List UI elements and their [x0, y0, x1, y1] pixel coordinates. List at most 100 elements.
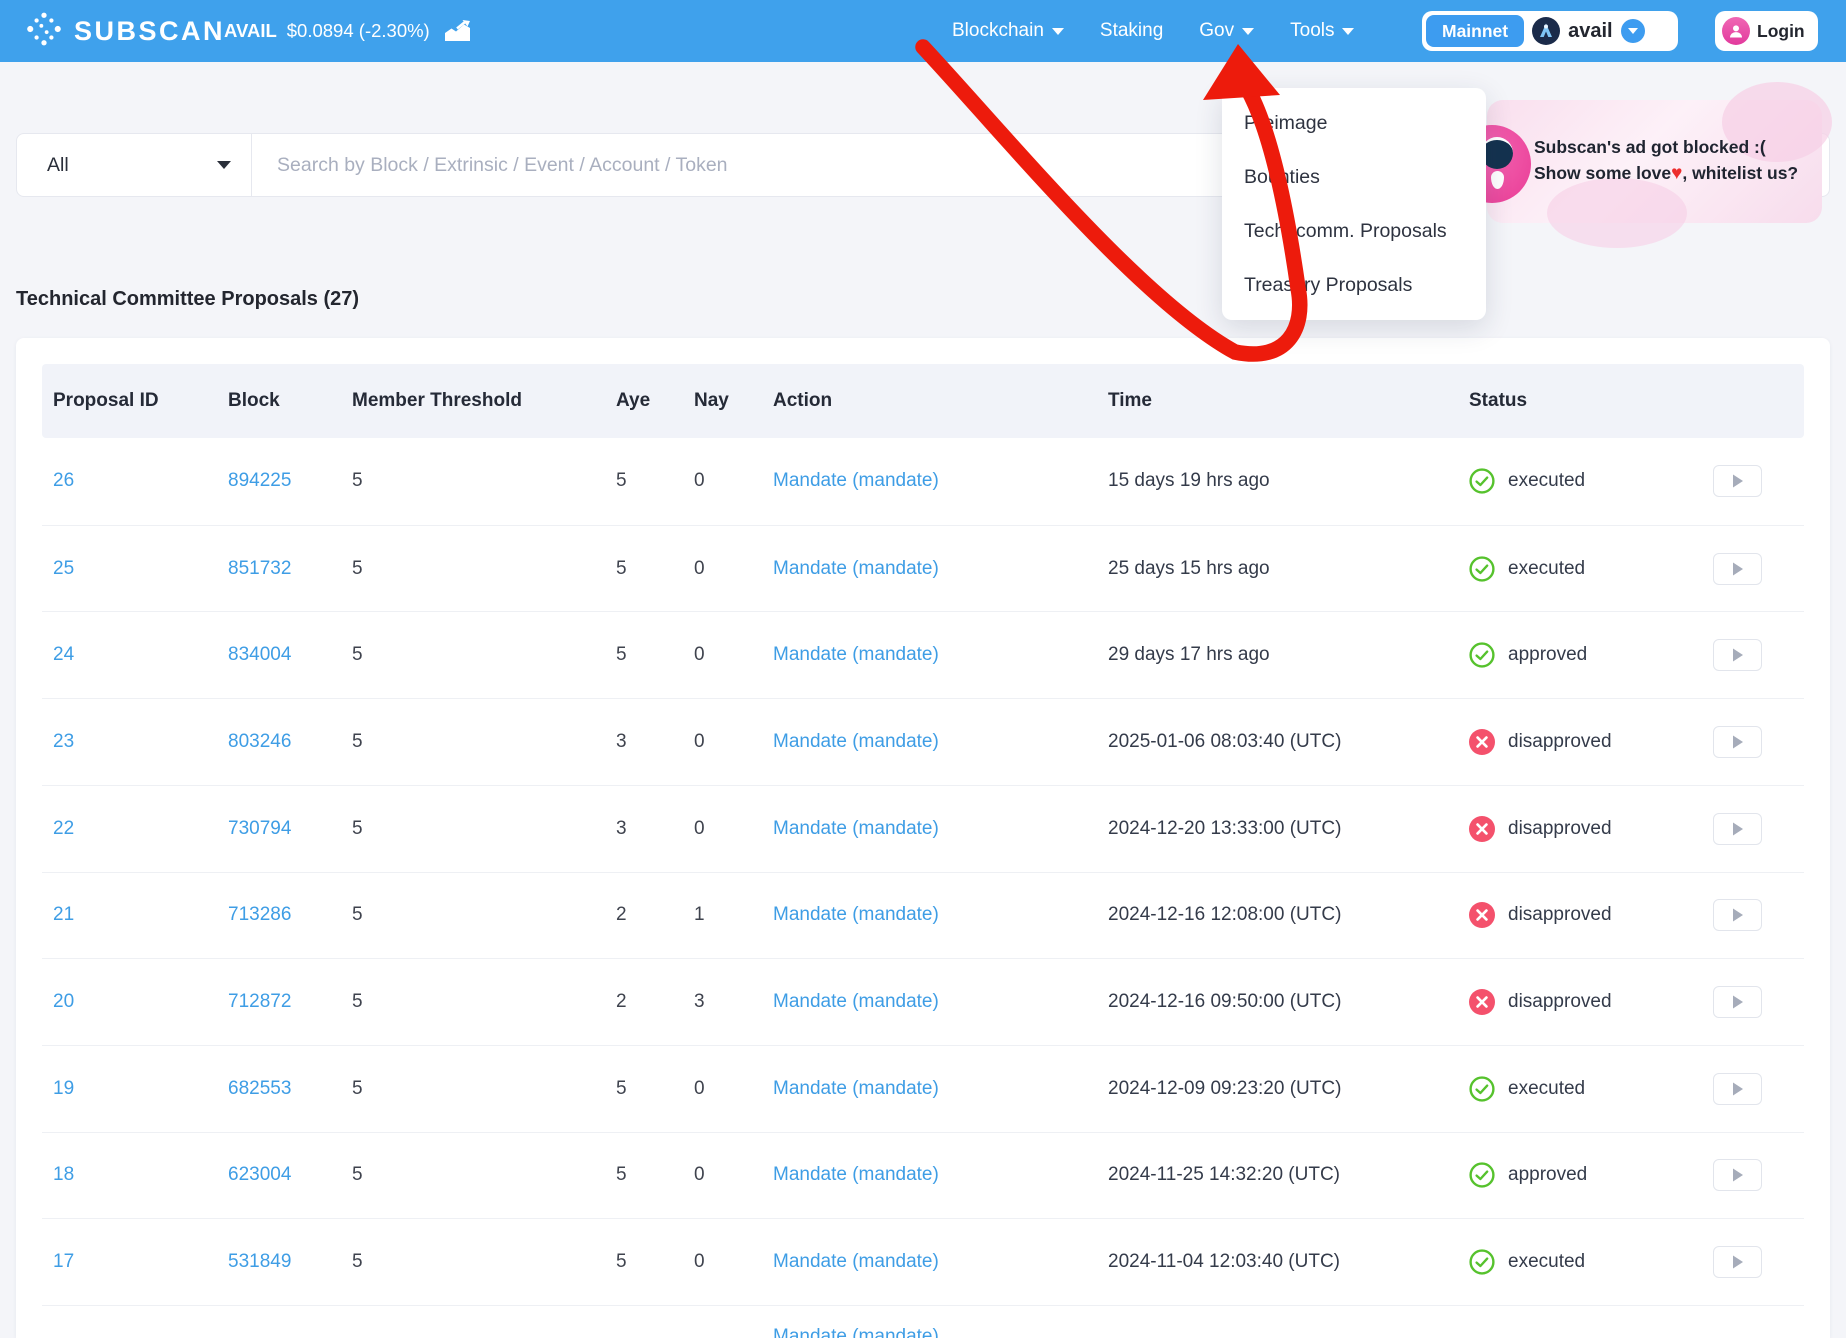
- action-link[interactable]: Mandate (mandate): [773, 558, 939, 580]
- status-error-icon: [1469, 989, 1495, 1015]
- token-price: $0.0894 (-2.30%): [287, 20, 430, 42]
- chain-name: avail: [1568, 20, 1612, 43]
- status-badge: disapproved: [1469, 989, 1612, 1015]
- gov-menu-item-preimage[interactable]: Preimage: [1222, 96, 1486, 150]
- proposal-id-link[interactable]: 24: [53, 644, 74, 666]
- status-text: disapproved: [1508, 731, 1612, 753]
- nay-value: 1: [694, 904, 705, 926]
- table-row: 21713286521Mandate (mandate)2024-12-16 1…: [42, 872, 1804, 959]
- row-expand-button[interactable]: [1713, 726, 1762, 758]
- ad-blocked-banner[interactable]: Subscan's ad got blocked :( Show some lo…: [1487, 100, 1822, 223]
- block-link[interactable]: 713286: [228, 904, 291, 926]
- block-link[interactable]: 894225: [228, 470, 291, 492]
- action-link[interactable]: Mandate (mandate): [773, 1326, 939, 1338]
- proposal-id-link[interactable]: 20: [53, 991, 74, 1013]
- action-link[interactable]: Mandate (mandate): [773, 1251, 939, 1273]
- status-text: approved: [1508, 1164, 1587, 1186]
- block-link[interactable]: 834004: [228, 644, 291, 666]
- proposal-id-link[interactable]: 18: [53, 1164, 74, 1186]
- member-threshold-value: 5: [352, 818, 363, 840]
- status-badge: disapproved: [1469, 729, 1612, 755]
- row-expand-button[interactable]: [1713, 813, 1762, 845]
- proposal-id-link[interactable]: 22: [53, 818, 74, 840]
- nav-item-label: Tools: [1290, 20, 1334, 42]
- nav-item-blockchain[interactable]: Blockchain: [952, 20, 1064, 42]
- action-link[interactable]: Mandate (mandate): [773, 818, 939, 840]
- status-text: executed: [1508, 1251, 1585, 1273]
- price-chart-icon[interactable]: [444, 20, 471, 42]
- chevron-down-icon: [1242, 28, 1254, 35]
- nay-value: 0: [694, 470, 705, 492]
- block-link[interactable]: 531849: [228, 1251, 291, 1273]
- time-value: 2024-12-20 13:33:00 (UTC): [1108, 818, 1341, 840]
- search-filter-select[interactable]: All: [17, 134, 252, 196]
- row-expand-button[interactable]: [1713, 1159, 1762, 1191]
- gov-menu-item-bounties[interactable]: Bounties: [1222, 150, 1486, 204]
- subscan-dots-icon: [26, 11, 62, 52]
- proposal-id-link[interactable]: 21: [53, 904, 74, 926]
- column-header: Proposal ID: [53, 364, 159, 438]
- proposal-id-link[interactable]: 23: [53, 731, 74, 753]
- action-link[interactable]: Mandate (mandate): [773, 644, 939, 666]
- block-link[interactable]: 803246: [228, 731, 291, 753]
- time-value: 2025-01-06 08:03:40 (UTC): [1108, 731, 1341, 753]
- proposal-id-link[interactable]: 25: [53, 558, 74, 580]
- status-error-icon: [1469, 729, 1495, 755]
- status-success-icon: [1469, 1249, 1495, 1275]
- proposal-id-link[interactable]: 26: [53, 470, 74, 492]
- row-expand-button[interactable]: [1713, 465, 1762, 497]
- member-threshold-value: 5: [352, 991, 363, 1013]
- proposal-id-link[interactable]: 19: [53, 1078, 74, 1100]
- member-threshold-value: 5: [352, 470, 363, 492]
- status-success-icon: [1469, 1076, 1495, 1102]
- member-threshold-value: 5: [352, 644, 363, 666]
- block-link[interactable]: 682553: [228, 1078, 291, 1100]
- nay-value: 0: [694, 644, 705, 666]
- gov-menu-item-treasury-proposals[interactable]: Treasury Proposals: [1222, 258, 1486, 312]
- member-threshold-value: 5: [352, 1251, 363, 1273]
- nav-item-tools[interactable]: Tools: [1290, 20, 1354, 42]
- member-threshold-value: 5: [352, 731, 363, 753]
- column-header: Aye: [616, 364, 650, 438]
- row-expand-button[interactable]: [1713, 986, 1762, 1018]
- ad-banner-text: Subscan's ad got blocked :( Show some lo…: [1534, 134, 1798, 187]
- status-text: executed: [1508, 470, 1585, 492]
- page-title: Technical Committee Proposals (27): [16, 288, 359, 311]
- status-success-icon: [1469, 1162, 1495, 1188]
- nav-item-label: Blockchain: [952, 20, 1044, 42]
- nav-item-gov[interactable]: Gov: [1199, 20, 1254, 42]
- action-link[interactable]: Mandate (mandate): [773, 904, 939, 926]
- row-expand-button[interactable]: [1713, 553, 1762, 585]
- network-badge[interactable]: Mainnet: [1426, 15, 1524, 47]
- login-button[interactable]: Login: [1715, 11, 1818, 51]
- block-link[interactable]: 851732: [228, 558, 291, 580]
- action-link[interactable]: Mandate (mandate): [773, 1078, 939, 1100]
- chain-switch-chevron-icon[interactable]: [1621, 19, 1645, 43]
- time-value: 2024-11-04 12:03:40 (UTC): [1108, 1251, 1340, 1273]
- brand-name: SUBSCAN: [74, 16, 225, 47]
- proposal-id-link[interactable]: 17: [53, 1251, 74, 1273]
- member-threshold-value: 5: [352, 904, 363, 926]
- block-link[interactable]: 712872: [228, 991, 291, 1013]
- gov-menu-item-tech-comm-proposals[interactable]: Tech. comm. Proposals: [1222, 204, 1486, 258]
- action-link[interactable]: Mandate (mandate): [773, 1164, 939, 1186]
- block-link[interactable]: 730794: [228, 818, 291, 840]
- table-row: 23803246530Mandate (mandate)2025-01-06 0…: [42, 698, 1804, 785]
- table-row: 25851732550Mandate (mandate)25 days 15 h…: [42, 525, 1804, 612]
- nav-item-label: Staking: [1100, 20, 1163, 42]
- action-link[interactable]: Mandate (mandate): [773, 731, 939, 753]
- row-expand-button[interactable]: [1713, 1246, 1762, 1278]
- row-expand-button[interactable]: [1713, 639, 1762, 671]
- nav-item-staking[interactable]: Staking: [1100, 20, 1163, 42]
- action-link[interactable]: Mandate (mandate): [773, 470, 939, 492]
- nav-item-label: Gov: [1199, 20, 1234, 42]
- block-link[interactable]: 623004: [228, 1164, 291, 1186]
- subscan-logo[interactable]: SUBSCAN: [26, 0, 225, 62]
- action-link[interactable]: Mandate (mandate): [773, 991, 939, 1013]
- aye-value: 3: [616, 731, 627, 753]
- ad-decor-blob: [1547, 178, 1687, 248]
- row-expand-button[interactable]: [1713, 1073, 1762, 1105]
- time-value: 25 days 15 hrs ago: [1108, 558, 1270, 580]
- row-expand-button[interactable]: [1713, 899, 1762, 931]
- status-error-icon: [1469, 902, 1495, 928]
